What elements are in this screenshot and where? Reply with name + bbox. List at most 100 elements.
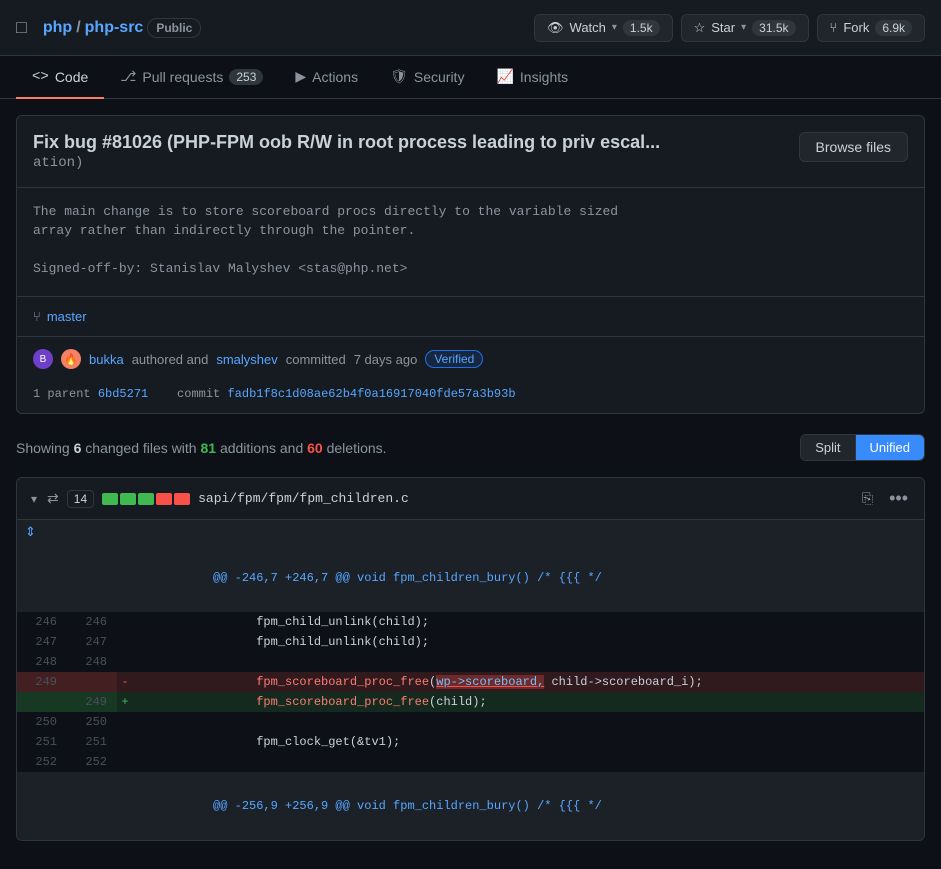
pr-icon: ⎇ — [120, 68, 136, 85]
split-view-button[interactable]: Split — [801, 435, 855, 460]
line-code: fpm_child_unlink(child); — [133, 632, 924, 652]
line-num-old: 247 — [17, 632, 67, 652]
watch-button[interactable]: 👁 Watch ▾ 1.5k — [534, 14, 673, 42]
line-sign — [117, 732, 133, 752]
tab-actions[interactable]: ▶ Actions — [279, 56, 374, 99]
files-info: Showing 6 changed files with 81 addition… — [16, 440, 387, 456]
watch-label: Watch — [570, 20, 606, 35]
commit-title-text: Fix bug #81026 (PHP-FPM oob R/W in root … — [33, 132, 660, 153]
watch-count: 1.5k — [623, 20, 660, 36]
showing-label: Showing — [16, 440, 70, 456]
tab-security[interactable]: 🛡 Security — [374, 56, 480, 99]
diff-expand-header[interactable]: ⇕ — [17, 520, 924, 544]
commit-title: Fix bug #81026 (PHP-FPM oob R/W in root … — [33, 132, 660, 171]
fork-count: 6.9k — [875, 20, 912, 36]
fork-button[interactable]: ⑂ Fork 6.9k — [817, 14, 926, 42]
commit-signed-off: Signed-off-by: Stanislav Malyshev <stas@… — [33, 261, 908, 276]
line-num-old: 248 — [17, 652, 67, 672]
copy-path-button[interactable]: ⎘ — [858, 488, 877, 509]
diff-icon: ⇄ — [47, 490, 59, 507]
line-num-old: 246 — [17, 612, 67, 632]
table-row: 249 - fpm_scoreboard_proc_free(wp->score… — [17, 672, 924, 692]
files-bar: Showing 6 changed files with 81 addition… — [16, 430, 925, 465]
star-button[interactable]: ☆ Star ▾ 31.5k — [681, 14, 809, 42]
tab-actions-label: Actions — [312, 69, 358, 85]
repo-name[interactable]: php-src — [85, 19, 144, 37]
browse-files-button[interactable]: Browse files — [799, 132, 908, 162]
tab-code-label: Code — [55, 69, 88, 85]
line-sign: + — [117, 692, 133, 712]
line-num-old: 249 — [17, 672, 67, 692]
fork-label: Fork — [843, 20, 869, 35]
author1-emoji-avatar: 🔥 — [61, 349, 81, 369]
diff-bars — [102, 493, 190, 505]
table-row: 249 + fpm_scoreboard_proc_free(child); — [17, 692, 924, 712]
parent-hash-link[interactable]: 6bd5271 — [98, 387, 148, 401]
repo-path: php / php-src Public — [43, 18, 201, 38]
hunk-ln2 — [67, 544, 117, 612]
deletions-label: deletions — [327, 440, 383, 456]
visibility-badge: Public — [147, 18, 201, 38]
line-code — [133, 752, 924, 772]
commit-hash-link[interactable]: fadb1f8c1d08ae62b4f0a16917040fde57a3b93b — [227, 387, 515, 401]
diff-bar-del1 — [156, 493, 172, 505]
parent-label: 1 parent — [33, 387, 91, 401]
additions-label: additions — [220, 440, 276, 456]
hunk-sign — [117, 772, 133, 840]
verified-badge: Verified — [425, 350, 483, 368]
eye-icon: 👁 — [547, 20, 564, 36]
hunk-header-2: @@ -256,9 +256,9 @@ void fpm_children_bu… — [17, 772, 924, 840]
and-label: and — [280, 440, 303, 456]
main-content: Fix bug #81026 (PHP-FPM oob R/W in root … — [0, 99, 941, 869]
table-row: 250 250 — [17, 712, 924, 732]
commit-label: commit — [177, 387, 220, 401]
commit-title-suffix: ation) — [33, 155, 660, 171]
branch-link[interactable]: master — [47, 309, 87, 324]
line-num-new: 249 — [67, 692, 117, 712]
commit-body-line3 — [33, 242, 908, 257]
star-label: Star — [711, 20, 735, 35]
author1-link[interactable]: bukka — [89, 352, 124, 367]
more-options-button[interactable]: ••• — [885, 486, 912, 511]
changed-count: 6 — [74, 440, 82, 456]
commit-body-line1: The main change is to store scoreboard p… — [33, 204, 908, 219]
pr-badge: 253 — [229, 69, 263, 85]
committed-label: committed — [286, 352, 346, 367]
star-icon: ☆ — [694, 20, 706, 36]
hunk-ln1 — [17, 772, 67, 840]
tab-code[interactable]: <> Code — [16, 56, 104, 99]
author2-link[interactable]: smalyshev — [216, 352, 277, 367]
line-sign — [117, 612, 133, 632]
repo-owner[interactable]: php — [43, 19, 72, 37]
tab-pull-requests[interactable]: ⎇ Pull requests 253 — [104, 56, 279, 99]
view-toggle: Split Unified — [800, 434, 925, 461]
table-row: 251 251 fpm_clock_get(&tv1); — [17, 732, 924, 752]
commit-hash-row: 1 parent 6bd5271 commit fadb1f8c1d08ae62… — [17, 381, 924, 413]
hunk-sign — [117, 544, 133, 612]
commit-branch: ⑂ master — [17, 297, 924, 337]
diff-file-actions: ⎘ ••• — [858, 486, 912, 511]
change-count-badge: 14 — [67, 490, 94, 508]
hunk-ln2 — [67, 772, 117, 840]
line-num-old: 250 — [17, 712, 67, 732]
time-ago: 7 days ago — [354, 352, 418, 367]
tab-security-label: Security — [414, 69, 465, 85]
tab-insights[interactable]: 📈 Insights — [480, 56, 584, 99]
line-code — [133, 712, 924, 732]
watch-arrow: ▾ — [612, 22, 617, 33]
file-toggle-button[interactable]: ▾ — [29, 490, 39, 508]
diff-file-path: sapi/fpm/fpm/fpm_children.c — [198, 491, 409, 506]
table-row: 247 247 fpm_child_unlink(child); — [17, 632, 924, 652]
changed-label: changed files — [85, 440, 168, 456]
line-num-new: 250 — [67, 712, 117, 732]
line-sign — [117, 752, 133, 772]
line-num-new: 248 — [67, 652, 117, 672]
line-sign — [117, 652, 133, 672]
diff-bar-add1 — [102, 493, 118, 505]
actions-icon: ▶ — [295, 68, 306, 85]
line-num-new: 247 — [67, 632, 117, 652]
line-code: fpm_scoreboard_proc_free(child); — [133, 692, 924, 712]
tab-pr-label: Pull requests — [142, 69, 223, 85]
unified-view-button[interactable]: Unified — [856, 435, 924, 460]
line-num-new: 251 — [67, 732, 117, 752]
